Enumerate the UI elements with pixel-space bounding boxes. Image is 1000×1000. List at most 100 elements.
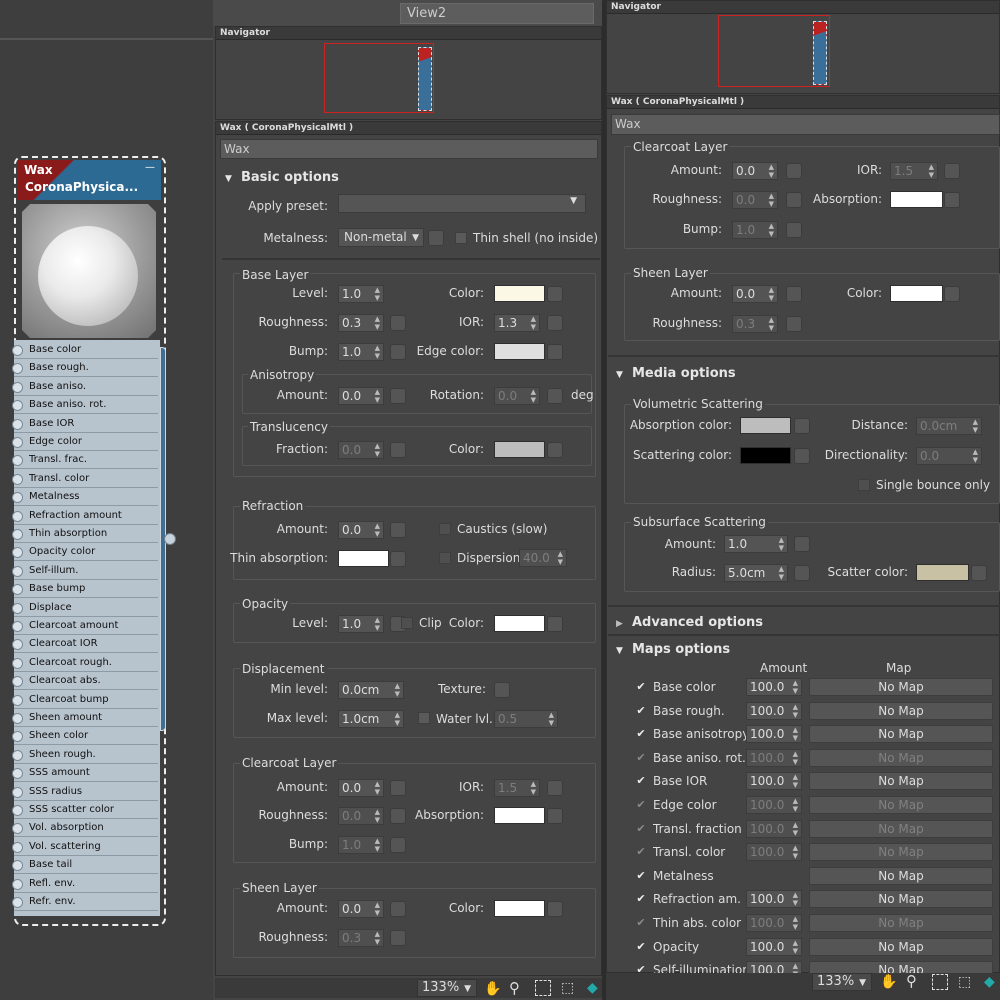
sheen-amount-map-button-right[interactable]	[786, 286, 802, 302]
material-name-field[interactable]: Wax	[611, 114, 1000, 135]
scatter-color-swatch[interactable]	[916, 564, 969, 581]
socket-connector-icon[interactable]	[12, 841, 23, 853]
cc-bump-input[interactable]: 1.0 ▲ ▼	[338, 836, 384, 854]
map-slot-button[interactable]: No Map	[809, 937, 993, 956]
cc-roughness-map-button[interactable]	[390, 808, 406, 824]
directionality-input[interactable]: 0.0 ▲ ▼	[916, 447, 982, 465]
socket-connector-icon[interactable]	[12, 731, 23, 743]
view-tab[interactable]: View2	[400, 3, 594, 24]
socket-connector-icon[interactable]	[12, 878, 23, 890]
scattering-color-swatch[interactable]	[740, 447, 791, 464]
cc-roughness-input[interactable]: 0.0 ▲ ▼	[338, 807, 384, 825]
zoom-region-icon[interactable]	[932, 974, 948, 990]
fraction-input[interactable]: 0.0 ▲ ▼	[338, 441, 384, 459]
socket-connector-icon[interactable]	[12, 565, 23, 577]
apply-preset-dropdown[interactable]: ▼	[338, 194, 586, 213]
socket-connector-icon[interactable]	[12, 437, 23, 448]
zoom-dropdown[interactable]: 133% ▼	[417, 979, 477, 997]
map-slot-button[interactable]: No Map	[809, 725, 993, 744]
map-enable-checkbox[interactable]: ✔	[635, 681, 647, 693]
socket-connector-icon[interactable]	[12, 786, 23, 798]
socket-connector-icon[interactable]	[12, 418, 23, 430]
socket-connector-icon[interactable]	[12, 547, 23, 559]
socket-connector-icon[interactable]	[12, 363, 23, 375]
edge-color-map-button[interactable]	[547, 344, 563, 360]
map-slot-button[interactable]: No Map	[809, 819, 993, 838]
map-slot-button[interactable]: No Map	[809, 772, 993, 791]
node-socket[interactable]: Refr. env.	[12, 894, 158, 911]
map-amount-input[interactable]: 100.0▲▼	[746, 678, 802, 696]
node-socket[interactable]: Clearcoat abs.	[12, 673, 158, 691]
sheen-amount-input[interactable]: 0.0 ▲ ▼	[338, 900, 384, 918]
scatter-color-map-button[interactable]	[971, 565, 987, 581]
node-socket[interactable]: Clearcoat amount	[12, 618, 158, 635]
map-amount-input[interactable]: 100.0▲▼	[746, 914, 802, 932]
dispersion-checkbox[interactable]	[439, 552, 451, 564]
opacity-level-input[interactable]: 1.0 ▲ ▼	[338, 615, 384, 633]
base-bump-input[interactable]: 1.0 ▲ ▼	[338, 343, 384, 361]
absorption-color-map-button[interactable]	[794, 418, 810, 434]
map-enable-checkbox[interactable]: ✔	[635, 752, 647, 764]
opacity-color-swatch[interactable]	[494, 615, 545, 632]
aniso-amount-map-button[interactable]	[390, 388, 406, 404]
map-amount-input[interactable]: 100.0▲▼	[746, 701, 802, 720]
advanced-options-header[interactable]: ▶ Advanced options	[616, 615, 763, 630]
base-color-swatch[interactable]	[494, 285, 545, 302]
socket-connector-icon[interactable]	[12, 749, 23, 761]
node-socket[interactable]: Vol. scattering	[12, 839, 158, 856]
zoom-extents-icon[interactable]: ⬚	[561, 980, 574, 996]
cc-amount-map-button-right[interactable]	[786, 163, 802, 179]
socket-connector-icon[interactable]	[12, 694, 23, 706]
socket-connector-icon[interactable]	[12, 602, 23, 614]
opacity-color-map-button[interactable]	[547, 616, 563, 632]
refr-amount-input[interactable]: 0.0 ▲ ▼	[338, 521, 384, 539]
metalness-map-button[interactable]	[428, 230, 444, 246]
socket-connector-icon[interactable]	[12, 381, 23, 393]
socket-connector-icon[interactable]	[12, 455, 23, 467]
socket-connector-icon[interactable]	[12, 621, 23, 632]
cc-bump-map-button[interactable]	[390, 837, 406, 853]
roughness-map-button[interactable]	[390, 315, 406, 331]
socket-connector-icon[interactable]	[12, 768, 23, 780]
material-name-field[interactable]: Wax	[220, 139, 598, 159]
metalness-dropdown[interactable]: Non-metal ▼	[338, 228, 424, 247]
node-collapse-icon[interactable]: —	[145, 162, 155, 173]
node-socket[interactable]: Sheen color	[12, 728, 158, 746]
map-amount-input[interactable]: 100.0▲▼	[746, 748, 802, 767]
socket-connector-icon[interactable]	[12, 345, 23, 356]
node-socket[interactable]: Transl. frac.	[12, 452, 158, 470]
base-color-map-button[interactable]	[547, 286, 563, 302]
thin-shell-checkbox[interactable]	[455, 232, 467, 244]
node-socket[interactable]: Metalness	[12, 489, 158, 507]
socket-connector-icon[interactable]	[12, 473, 23, 485]
edge-color-swatch[interactable]	[494, 343, 545, 360]
map-enable-checkbox[interactable]: ✔	[635, 799, 647, 811]
socket-connector-icon[interactable]	[12, 492, 23, 504]
radius-input[interactable]: 5.0cm ▲ ▼	[724, 564, 788, 582]
map-enable-checkbox[interactable]: ✔	[635, 941, 647, 953]
map-amount-input[interactable]: 100.0▲▼	[746, 843, 802, 862]
socket-connector-icon[interactable]	[12, 676, 23, 688]
refr-amount-map-button[interactable]	[390, 522, 406, 538]
base-roughness-input[interactable]: 0.3 ▲ ▼	[338, 314, 384, 332]
socket-connector-icon[interactable]	[12, 860, 23, 872]
cc-roughness-map-button-right[interactable]	[786, 192, 802, 208]
sheen-color-swatch-right[interactable]	[890, 285, 943, 302]
sss-amount-input[interactable]: 1.0 ▲ ▼	[724, 535, 788, 553]
node-socket[interactable]: Base aniso. rot.	[12, 397, 158, 415]
distance-input[interactable]: 0.0cm ▲ ▼	[916, 417, 982, 435]
map-slot-button[interactable]: No Map	[809, 843, 993, 862]
base-ior-input[interactable]: 1.3 ▲ ▼	[494, 314, 540, 332]
sheen-amount-map-button[interactable]	[390, 901, 406, 917]
node-socket[interactable]: Self-illum.	[12, 563, 158, 580]
sheen-color-swatch[interactable]	[494, 900, 545, 917]
cc-amount-map-button[interactable]	[390, 780, 406, 796]
base-level-input[interactable]: 1.0 ▲ ▼	[338, 285, 384, 303]
cc-absorption-map-button-right[interactable]	[944, 192, 960, 208]
displacement-texture-button[interactable]	[494, 682, 510, 698]
caustics-checkbox[interactable]	[439, 523, 451, 535]
bump-map-button[interactable]	[390, 344, 406, 360]
pan-hand-icon[interactable]: ✋	[880, 974, 897, 990]
map-enable-checkbox[interactable]: ✔	[635, 917, 647, 929]
pan-hand-icon[interactable]: ✋	[484, 981, 501, 997]
